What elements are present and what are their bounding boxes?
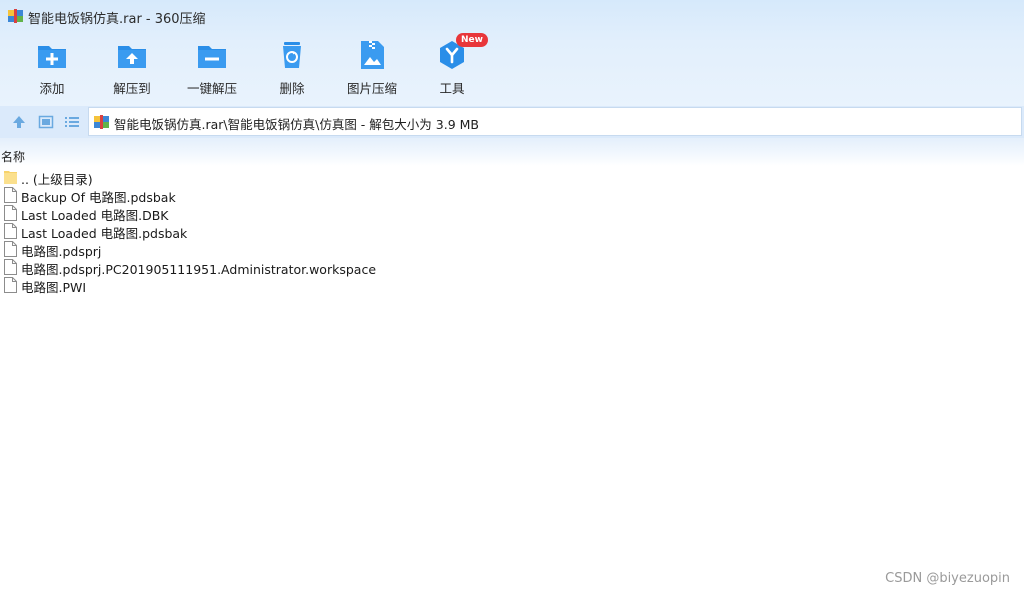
address-bar[interactable]: 智能电饭锅仿真.rar\智能电饭锅仿真\仿真图 - 解包大小为 3.9 MB xyxy=(88,107,1022,136)
extract-to-button[interactable]: 解压到 xyxy=(92,36,172,98)
one-click-extract-button[interactable]: 一键解压 xyxy=(172,36,252,98)
file-icon xyxy=(4,223,17,239)
image-compress-icon xyxy=(361,41,384,69)
add-button[interactable]: 添加 xyxy=(12,36,92,98)
up-arrow-icon[interactable] xyxy=(11,114,27,130)
navigation-row: 智能电饭锅仿真.rar\智能电饭锅仿真\仿真图 - 解包大小为 3.9 MB xyxy=(0,106,1024,138)
window-title: 智能电饭锅仿真.rar - 360压缩 xyxy=(28,12,206,27)
tools-button[interactable]: New 工具 xyxy=(412,33,492,98)
file-icon xyxy=(4,241,17,257)
archive-file-icon xyxy=(94,115,109,129)
image-compress-button[interactable]: 图片压缩 xyxy=(332,36,412,98)
file-icon xyxy=(4,259,17,275)
list-item[interactable]: 电路图.PWI xyxy=(0,276,1024,295)
folder-icon xyxy=(4,171,17,184)
list-view-icon[interactable] xyxy=(64,114,80,130)
list-item-parent-folder[interactable]: .. (上级目录) xyxy=(0,168,1024,187)
one-click-extract-icon xyxy=(198,46,226,68)
new-badge: New xyxy=(456,33,488,47)
list-item[interactable]: Backup Of 电路图.pdsbak xyxy=(0,186,1024,205)
watermark: CSDN @biyezuopin xyxy=(885,571,1010,586)
title-bar: 智能电饭锅仿真.rar - 360压缩 xyxy=(0,0,1024,32)
top-band: 智能电饭锅仿真.rar - 360压缩 添加 解压到 一键解压 删除 图片压缩 … xyxy=(0,0,1024,106)
add-label: 添加 xyxy=(39,81,65,96)
add-folder-icon xyxy=(38,46,66,68)
file-list: .. (上级目录) Backup Of 电路图.pdsbak Last Load… xyxy=(0,168,1024,295)
app-window: 智能电饭锅仿真.rar - 360压缩 添加 解压到 一键解压 删除 图片压缩 … xyxy=(0,0,1024,594)
extract-to-label: 解压到 xyxy=(113,81,151,96)
recycle-bin-icon xyxy=(283,42,301,68)
delete-label: 删除 xyxy=(279,81,305,96)
tools-label: 工具 xyxy=(439,81,465,96)
file-name: 电路图.PWI xyxy=(21,280,87,295)
thumbnail-view-icon[interactable] xyxy=(38,114,54,130)
delete-button[interactable]: 删除 xyxy=(252,36,332,98)
column-name-header[interactable]: 名称 xyxy=(1,148,25,165)
archive-app-icon xyxy=(8,9,23,23)
list-header: 名称 xyxy=(0,138,1024,166)
file-icon xyxy=(4,277,17,293)
file-icon xyxy=(4,205,17,221)
extract-to-icon xyxy=(118,46,146,68)
toolbar: 添加 解压到 一键解压 删除 图片压缩 New 工具 xyxy=(0,33,1024,100)
list-item[interactable]: Last Loaded 电路图.pdsbak xyxy=(0,222,1024,241)
list-item[interactable]: Last Loaded 电路图.DBK xyxy=(0,204,1024,223)
file-icon xyxy=(4,187,17,203)
one-click-extract-label: 一键解压 xyxy=(186,81,237,96)
address-path: 智能电饭锅仿真.rar\智能电饭锅仿真\仿真图 - 解包大小为 3.9 MB xyxy=(114,117,479,132)
list-item[interactable]: 电路图.pdsprj xyxy=(0,240,1024,259)
image-compress-label: 图片压缩 xyxy=(346,81,397,96)
list-item[interactable]: 电路图.pdsprj.PC201905111951.Administrator.… xyxy=(0,258,1024,277)
